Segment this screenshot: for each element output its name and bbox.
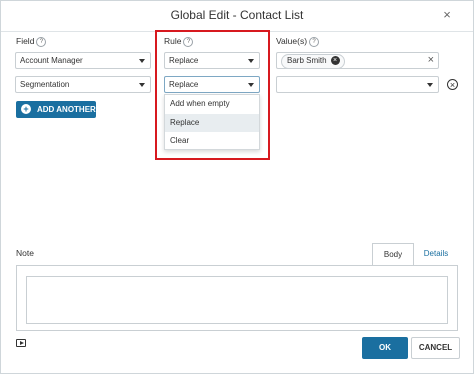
chip-remove-icon[interactable]: × bbox=[330, 56, 340, 66]
plus-circle-icon: + bbox=[21, 104, 31, 114]
tab-details[interactable]: Details bbox=[416, 243, 456, 265]
field-select-row-1[interactable]: Account Manager bbox=[15, 52, 151, 69]
field-label-text: Field bbox=[16, 36, 35, 46]
caret-down-icon bbox=[427, 83, 433, 87]
note-label: Note bbox=[16, 248, 34, 258]
field-column-label: Field? bbox=[16, 36, 47, 47]
add-another-label: ADD ANOTHER bbox=[37, 105, 96, 114]
dialog-title: Global Edit - Contact List bbox=[170, 8, 304, 22]
remove-row-icon[interactable]: × bbox=[447, 79, 458, 90]
clear-values-icon[interactable]: × bbox=[428, 53, 434, 68]
field-select-value: Segmentation bbox=[20, 80, 70, 89]
caret-down-icon bbox=[139, 59, 145, 63]
tab-body[interactable]: Body bbox=[372, 243, 414, 266]
annotation-highlight-box bbox=[155, 30, 270, 160]
field-select-value: Account Manager bbox=[20, 56, 83, 65]
values-label-text: Value(s) bbox=[276, 36, 308, 46]
values-column-label: Value(s)? bbox=[276, 36, 320, 47]
field-select-row-2[interactable]: Segmentation bbox=[15, 76, 151, 93]
note-textarea[interactable] bbox=[26, 276, 448, 324]
caret-down-icon bbox=[139, 83, 145, 87]
help-icon[interactable]: ? bbox=[309, 36, 320, 47]
help-icon[interactable]: ? bbox=[36, 36, 47, 47]
preview-icon[interactable] bbox=[16, 339, 26, 347]
values-input-row-1[interactable]: Barb Smith × × bbox=[276, 52, 439, 69]
cancel-button[interactable]: CANCEL bbox=[411, 337, 460, 359]
value-chip: Barb Smith × bbox=[281, 54, 345, 69]
values-select-row-2[interactable] bbox=[276, 76, 439, 93]
value-chip-label: Barb Smith bbox=[287, 56, 327, 65]
ok-button[interactable]: OK bbox=[362, 337, 408, 359]
close-icon[interactable]: × bbox=[440, 8, 454, 22]
add-another-button[interactable]: + ADD ANOTHER bbox=[16, 101, 96, 118]
